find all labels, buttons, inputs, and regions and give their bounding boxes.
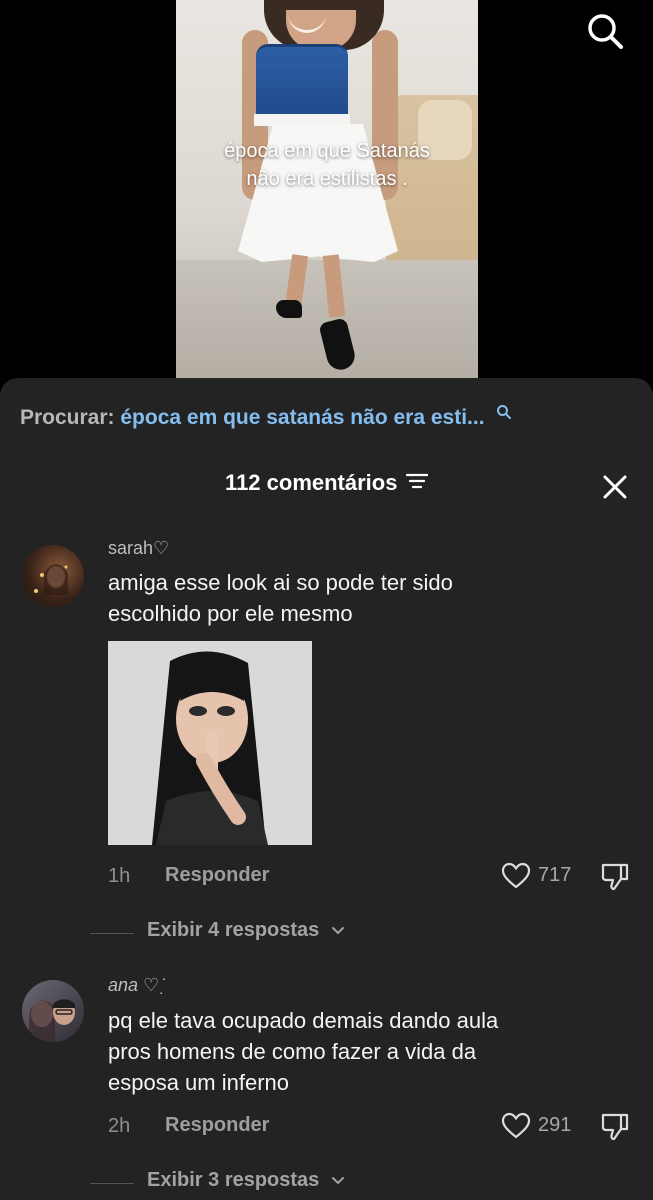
reply-button[interactable]: Responder — [165, 864, 269, 887]
like-count: 291 — [538, 1114, 572, 1136]
video-caption-line-1: época em que Satanás — [224, 140, 430, 162]
like-count: 717 — [538, 864, 572, 886]
replies-divider — [90, 933, 134, 934]
comment-text-line: escolhido por ele mesmo — [108, 601, 353, 626]
comment-time: 2h — [108, 1115, 131, 1137]
comment-text-line: amiga esse look ai so pode ter sido — [108, 570, 453, 595]
video-area[interactable]: época em que Satanás não era estilistas … — [0, 0, 653, 380]
view-replies-button[interactable]: Exibir 3 respostas — [90, 1169, 490, 1199]
avatar-image — [28, 999, 75, 1042]
view-replies-label: Exibir 4 respostas — [147, 919, 345, 942]
video-caption: época em que Satanás não era estilistas … — [176, 137, 478, 193]
chevron-down-icon — [331, 926, 344, 935]
comment-username[interactable]: sarah♡ — [108, 538, 169, 559]
comment-username[interactable]: ana ♡ ̇ ̣ — [108, 975, 169, 996]
close-icon — [603, 475, 627, 499]
comments-sheet: Procurar: época em que satanás não era e… — [0, 378, 653, 1200]
comment-attached-image[interactable] — [108, 641, 312, 845]
dislike-icon — [601, 1113, 629, 1141]
search-icon — [588, 14, 623, 49]
search-icon — [497, 405, 512, 419]
chevron-down-icon — [331, 1176, 344, 1185]
dislike-button[interactable] — [598, 1109, 632, 1143]
video-shoe-left — [276, 300, 302, 318]
view-replies-text: Exibir 4 respostas — [147, 919, 320, 941]
dislike-button[interactable] — [598, 859, 632, 893]
video-caption-line-2: não era estilistas . — [246, 168, 408, 190]
comment-text-line: pros homens de como fazer a vida da — [108, 1039, 477, 1064]
avatar[interactable] — [22, 980, 84, 1042]
comment-text: pq ele tava ocupado demais dando aula pr… — [108, 1005, 608, 1098]
like-button[interactable]: 717 — [500, 860, 571, 892]
comments-count: 112 comentários — [225, 470, 398, 495]
avatar[interactable] — [22, 545, 84, 607]
search-suggestion-query[interactable]: época em que satanás não era esti... — [120, 406, 484, 429]
search-suggestion-label: Procurar: — [20, 406, 115, 429]
comment-text-line: pq ele tava ocupado demais dando aula — [108, 1008, 499, 1033]
replies-divider — [90, 1183, 134, 1184]
avatar-image — [34, 564, 68, 595]
reply-button[interactable]: Responder — [165, 1114, 269, 1137]
comment-text: amiga esse look ai so pode ter sido esco… — [108, 567, 608, 629]
attached-image-photo — [108, 641, 312, 845]
sort-icon — [405, 473, 429, 488]
heart-icon — [501, 862, 531, 889]
search-button[interactable] — [584, 10, 626, 52]
video-corset — [256, 44, 348, 119]
like-button[interactable]: 291 — [500, 1110, 571, 1142]
sort-button[interactable] — [405, 472, 429, 495]
view-replies-button[interactable]: Exibir 4 respostas — [90, 919, 490, 949]
view-replies-text: Exibir 3 respostas — [147, 1169, 320, 1191]
heart-icon — [501, 1112, 531, 1139]
search-suggestion[interactable]: Procurar: época em que satanás não era e… — [20, 405, 640, 434]
close-comments-button[interactable] — [600, 472, 630, 502]
dislike-icon — [601, 863, 629, 891]
comment-text-line: esposa um inferno — [108, 1070, 289, 1095]
view-replies-label: Exibir 3 respostas — [147, 1169, 345, 1192]
comments-header: 112 comentários — [0, 470, 653, 502]
comment-time: 1h — [108, 865, 131, 887]
